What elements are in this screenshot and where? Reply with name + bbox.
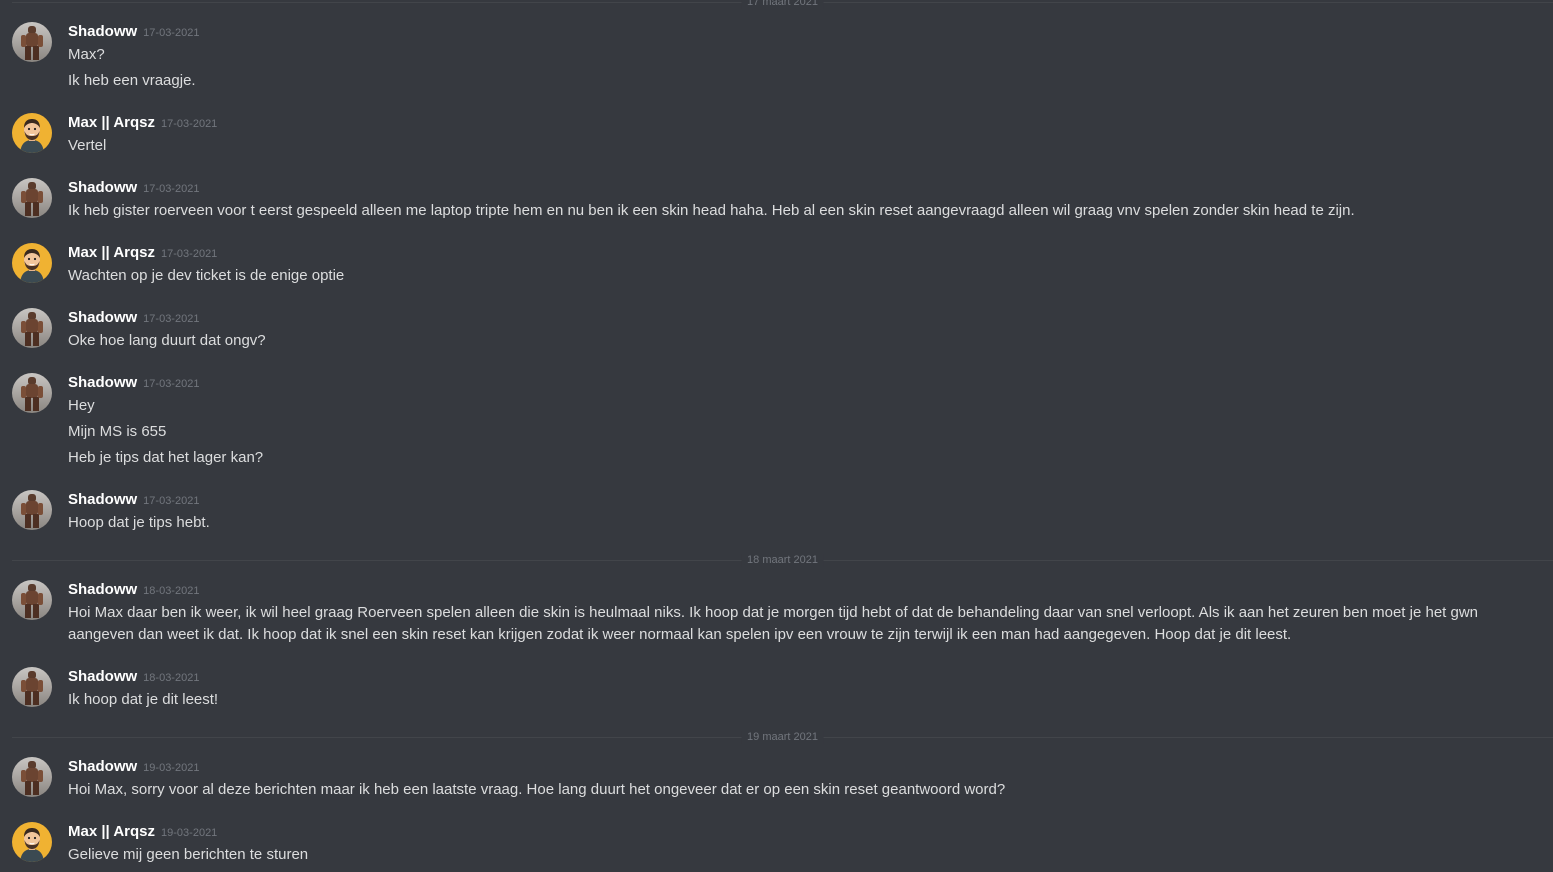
message-header: Max || Arqsz 19-03-2021 [68, 822, 1539, 842]
max-avatar[interactable] [12, 822, 52, 862]
chat-message: Max || Arqsz 17-03-2021 Vertel [12, 113, 1539, 159]
message-header: Shadoww 17-03-2021 [68, 373, 1539, 393]
message-timestamp: 18-03-2021 [143, 672, 200, 684]
chat-message: Shadoww 17-03-2021 Hey Mijn MS is 655 Heb je… [12, 373, 1539, 471]
message-content: Shadoww 17-03-2021 Max? Ik heb een vraagje. [68, 22, 1539, 92]
max-avatar[interactable] [12, 243, 52, 283]
max-avatar[interactable] [12, 113, 52, 153]
message-timestamp: 17-03-2021 [161, 248, 218, 260]
message-header: Shadoww 18-03-2021 [68, 580, 1539, 600]
message-text: Wachten op je dev ticket is de enige opt… [68, 267, 345, 284]
date-divider-label: 17 maart 2021 [741, 0, 824, 9]
message-timestamp: 17-03-2021 [161, 118, 218, 130]
shadoww-avatar[interactable] [12, 22, 52, 62]
message-content: Max || Arqsz 17-03-2021 Vertel [68, 113, 1539, 157]
shadoww-avatar-image [12, 667, 52, 707]
message-header: Shadoww 19-03-2021 [68, 757, 1539, 777]
username[interactable]: Shadoww [68, 374, 137, 391]
max-avatar-image [12, 822, 52, 862]
shadoww-avatar-image [12, 580, 52, 620]
shadoww-avatar-image [12, 178, 52, 218]
shadoww-avatar-image [12, 308, 52, 348]
shadoww-avatar-image [12, 757, 52, 797]
chat-message: Shadoww 17-03-2021 Hoop dat je tips hebt. [12, 490, 1539, 536]
message-content: Max || Arqsz 17-03-2021 Wachten op je dev … [68, 243, 1539, 287]
message-header: Shadoww 18-03-2021 [68, 667, 1539, 687]
date-divider: 18 maart 2021 [12, 554, 1553, 567]
message-timestamp: 17-03-2021 [143, 313, 200, 325]
username[interactable]: Shadoww [68, 581, 137, 598]
message-text: Gelieve mij geen berichten te sturen [68, 846, 309, 863]
username[interactable]: Max || Arqsz [68, 244, 155, 261]
message-text: Hey [68, 397, 95, 414]
message-text: Oke hoe lang duurt dat ongv? [68, 332, 266, 349]
date-divider: 19 maart 2021 [12, 731, 1553, 744]
shadoww-avatar-image [12, 373, 52, 413]
max-avatar-image [12, 113, 52, 153]
message-text: Hoop dat je tips hebt. [68, 514, 210, 531]
date-divider-label: 18 maart 2021 [741, 554, 824, 567]
message-timestamp: 17-03-2021 [143, 27, 200, 39]
message-timestamp: 18-03-2021 [143, 585, 200, 597]
chat-message: Shadoww 17-03-2021 Ik heb gister roerveen … [12, 178, 1539, 224]
username[interactable]: Max || Arqsz [68, 114, 155, 131]
chat-message: Max || Arqsz 19-03-2021 Gelieve mij geen b… [12, 822, 1539, 868]
message-content: Shadoww 18-03-2021 Hoi Max daar ben ik wee… [68, 580, 1539, 646]
message-header: Shadoww 17-03-2021 [68, 178, 1539, 198]
message-timestamp: 17-03-2021 [143, 495, 200, 507]
username[interactable]: Shadoww [68, 491, 137, 508]
shadoww-avatar[interactable] [12, 667, 52, 707]
username[interactable]: Shadoww [68, 179, 137, 196]
max-avatar-image [12, 243, 52, 283]
message-text: Hoi Max daar ben ik weer, ik wil heel gr… [68, 604, 1479, 643]
message-content: Shadoww 17-03-2021 Hoop dat je tips hebt. [68, 490, 1539, 534]
shadoww-avatar[interactable] [12, 757, 52, 797]
chat-message: Shadoww 19-03-2021 Hoi Max, sorry voor al … [12, 757, 1539, 803]
message-content: Shadoww 18-03-2021 Ik hoop dat je dit lees… [68, 667, 1539, 711]
shadoww-avatar[interactable] [12, 373, 52, 413]
message-content: Shadoww 19-03-2021 Hoi Max, sorry voor al … [68, 757, 1539, 801]
message-timestamp: 17-03-2021 [143, 378, 200, 390]
message-content: Max || Arqsz 19-03-2021 Gelieve mij geen b… [68, 822, 1539, 866]
username[interactable]: Shadoww [68, 758, 137, 775]
chat-message: Shadoww 17-03-2021 Oke hoe lang duurt dat … [12, 308, 1539, 354]
message-header: Max || Arqsz 17-03-2021 [68, 113, 1539, 133]
message-content: Shadoww 17-03-2021 Ik heb gister roerveen … [68, 178, 1539, 222]
message-text: Max? [68, 46, 105, 63]
message-text: Ik heb gister roerveen voor t eerst gesp… [68, 202, 1355, 219]
username[interactable]: Max || Arqsz [68, 823, 155, 840]
chat-message: Shadoww 18-03-2021 Ik hoop dat je dit lees… [12, 667, 1539, 713]
chat-message: Max || Arqsz 17-03-2021 Wachten op je dev … [12, 243, 1539, 289]
shadoww-avatar[interactable] [12, 580, 52, 620]
message-text: Ik hoop dat je dit leest! [68, 691, 219, 708]
message-timestamp: 17-03-2021 [143, 183, 200, 195]
chat-message: Shadoww 17-03-2021 Max? Ik heb een vraagje. [12, 22, 1539, 94]
username[interactable]: Shadoww [68, 668, 137, 685]
message-content: Shadoww 17-03-2021 Hey Mijn MS is 655 Heb je… [68, 373, 1539, 469]
message-timestamp: 19-03-2021 [161, 827, 218, 839]
date-divider: 17 maart 2021 [12, 0, 1553, 9]
shadoww-avatar-image [12, 22, 52, 62]
message-header: Shadoww 17-03-2021 [68, 22, 1539, 42]
shadoww-avatar[interactable] [12, 308, 52, 348]
shadoww-avatar-image [12, 490, 52, 530]
message-header: Max || Arqsz 17-03-2021 [68, 243, 1539, 263]
chat-message: Shadoww 18-03-2021 Hoi Max daar ben ik wee… [12, 580, 1539, 648]
message-text: Ik heb een vraagje. [68, 72, 196, 89]
message-timestamp: 19-03-2021 [143, 762, 200, 774]
date-divider-label: 19 maart 2021 [741, 731, 824, 744]
username[interactable]: Shadoww [68, 23, 137, 40]
message-text: Vertel [68, 137, 107, 154]
message-header: Shadoww 17-03-2021 [68, 490, 1539, 510]
message-header: Shadoww 17-03-2021 [68, 308, 1539, 328]
message-text: Heb je tips dat het lager kan? [68, 449, 264, 466]
message-content: Shadoww 17-03-2021 Oke hoe lang duurt dat … [68, 308, 1539, 352]
message-text: Hoi Max, sorry voor al deze berichten ma… [68, 781, 1006, 798]
username[interactable]: Shadoww [68, 309, 137, 326]
message-text: Mijn MS is 655 [68, 423, 167, 440]
shadoww-avatar[interactable] [12, 490, 52, 530]
shadoww-avatar[interactable] [12, 178, 52, 218]
